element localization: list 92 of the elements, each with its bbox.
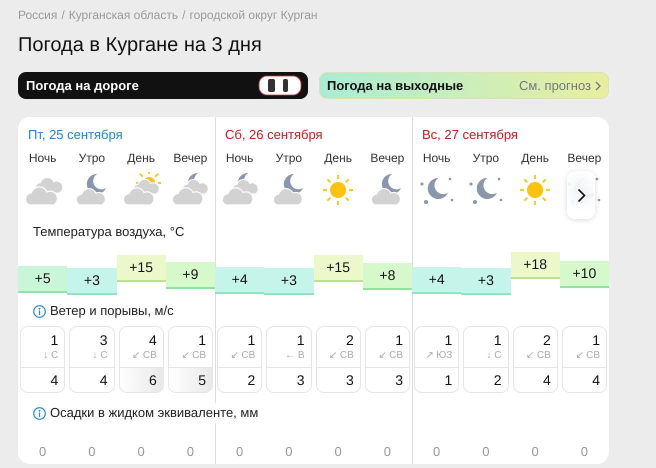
temperature-bar: +4	[215, 267, 264, 294]
day-date: Вс, 27 сентября	[421, 127, 518, 142]
temperature-bar: +15	[116, 255, 166, 282]
gust-speed: 2	[247, 370, 256, 390]
precipitation-value: 0	[138, 442, 145, 460]
wind-direction: ↙ СВ	[230, 349, 256, 362]
precipitation-value: 0	[384, 442, 391, 460]
period-label: Ночь	[226, 150, 254, 167]
period-label: День	[324, 150, 352, 167]
wind-speed: 2	[346, 332, 354, 349]
wind-speed: 1	[50, 332, 58, 349]
wind-speed: 3	[100, 332, 108, 349]
period-label: Утро	[276, 150, 302, 167]
wind-speed: 1	[444, 332, 452, 349]
period-label: День	[127, 150, 155, 167]
info-icon[interactable]	[33, 406, 46, 420]
temperature-bar: +9	[166, 262, 215, 289]
gust-speed: 5	[198, 370, 206, 390]
gust-speed: 1	[444, 370, 452, 390]
gust-speed: 3	[346, 370, 354, 390]
precipitation-value: 0	[186, 442, 194, 460]
gust-speed: 3	[296, 370, 304, 390]
day-date: Сб, 26 сентября	[224, 127, 323, 142]
section-label: Осадки в жидком эквиваленте, мм	[50, 403, 260, 423]
wind-direction: ↙ СВ	[526, 349, 551, 362]
period-label: Вечер	[567, 150, 602, 167]
period-label: Вечер	[370, 150, 404, 167]
wind-speed: 1	[592, 332, 600, 349]
wind-direction: ↓ С	[92, 349, 108, 362]
page-title: Погода в Кургане на 3 дня	[18, 33, 263, 58]
temperature-bar: +10	[560, 261, 609, 288]
chevron-right-icon	[576, 188, 586, 202]
precipitation-value: 0	[334, 442, 342, 460]
weekend-forecast-banner[interactable]: Погода на выходные См. прогноз	[319, 72, 609, 99]
wind-speed: 1	[395, 332, 403, 349]
wind-direction: ↗ ЮЗ	[425, 349, 452, 362]
wind-direction: ↙ СВ	[132, 349, 157, 362]
precipitation-value: 0	[285, 442, 292, 460]
temperature-bar: +4	[412, 267, 462, 294]
wind-speed: 1	[247, 332, 256, 349]
gust-speed: 4	[542, 370, 551, 390]
wind-speed: 1	[296, 332, 304, 349]
wind-direction: ↙ СВ	[329, 349, 354, 362]
temperature-bar: +8	[362, 263, 412, 290]
gust-speed: 4	[100, 370, 108, 390]
gust-speed: 2	[494, 370, 502, 390]
temperature-bar: +18	[510, 252, 560, 279]
temperature-bar: +3	[67, 268, 116, 295]
wind-speed: 1	[494, 332, 502, 349]
period-label: Вечер	[173, 150, 208, 167]
next-button[interactable]	[567, 171, 595, 219]
forecast-link[interactable]: См. прогноз	[518, 76, 591, 96]
breadcrumb-link[interactable]: городской округ Курган	[189, 6, 318, 24]
wind-direction: ↙ СВ	[181, 349, 206, 362]
breadcrumb-separator: /	[182, 7, 186, 24]
precipitation-value: 0	[236, 442, 244, 460]
chevron-right-icon	[595, 80, 601, 90]
period-label: Утро	[472, 150, 500, 167]
temperature-bar: +3	[264, 268, 314, 295]
gust-speed: 4	[592, 370, 600, 390]
wind-direction: ← В	[285, 349, 304, 362]
temperature-bar: +5	[18, 266, 68, 293]
precipitation-value: 0	[433, 442, 440, 460]
wind-direction: ↓ С	[43, 349, 58, 362]
wind-speed: 1	[198, 332, 206, 349]
temperature-bar: +15	[314, 255, 363, 282]
period-label: Ночь	[422, 150, 450, 167]
road-weather-button[interactable]: Погода на дороге	[18, 72, 308, 99]
gust-speed: 6	[148, 370, 157, 390]
period-label: Утро	[78, 150, 106, 167]
precipitation-value: 0	[88, 442, 96, 460]
breadcrumb-link[interactable]: Курганская область	[68, 6, 178, 24]
section-label: Ветер и порывы, м/с	[50, 302, 174, 320]
period-label: Ночь	[28, 150, 56, 167]
wind-speed: 4	[148, 332, 157, 349]
gust-speed: 3	[395, 370, 403, 390]
wind-speed: 2	[542, 332, 551, 349]
wind-direction: ↙ СВ	[575, 349, 600, 362]
precipitation-value: 0	[532, 442, 539, 460]
info-icon[interactable]	[33, 304, 46, 318]
day-date: Пт, 25 сентября	[27, 127, 123, 142]
precipitation-value: 0	[39, 442, 46, 460]
wind-direction: ↙ СВ	[378, 349, 403, 362]
breadcrumb-separator: /	[61, 7, 65, 24]
wind-direction: ↓ С	[486, 349, 502, 362]
precipitation-value: 0	[580, 442, 588, 460]
breadcrumb-link[interactable]: Россия	[18, 6, 58, 24]
precipitation-value: 0	[482, 442, 490, 460]
gust-speed: 4	[50, 370, 58, 390]
temperature-bar: +3	[461, 268, 510, 295]
period-label: День	[521, 150, 549, 167]
banner-title: Погода на выходные	[327, 76, 464, 95]
